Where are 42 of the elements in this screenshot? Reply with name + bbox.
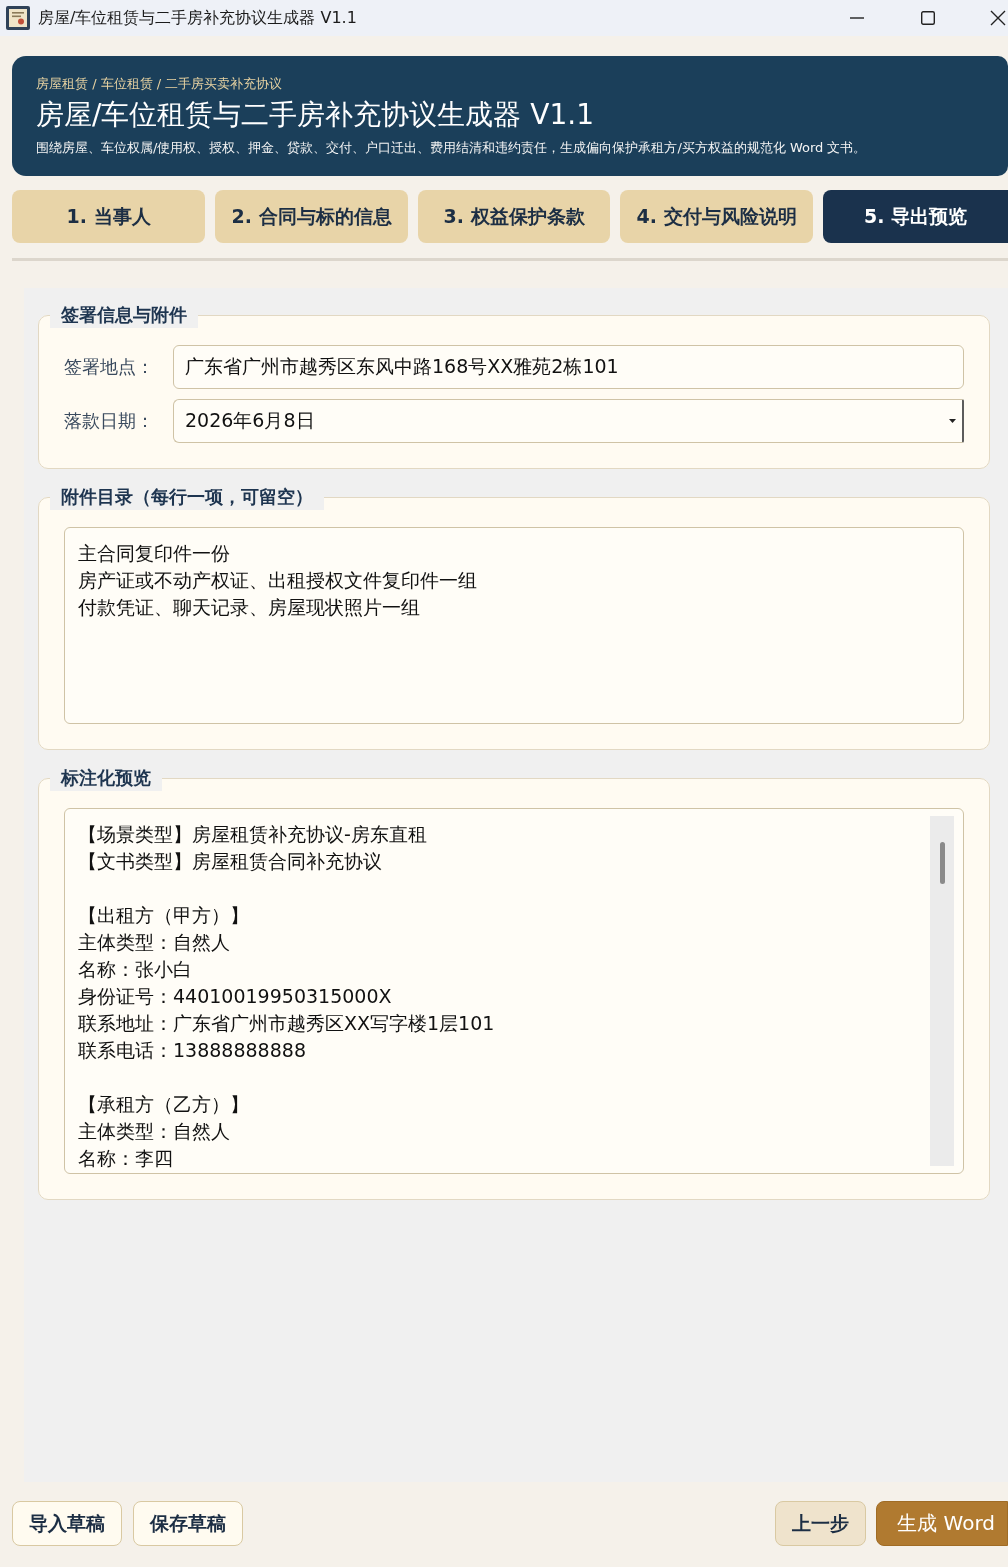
maximize-icon [920, 11, 935, 25]
scrollbar-thumb[interactable] [939, 842, 945, 884]
step-tab[interactable]: 1. 当事人 [12, 190, 205, 243]
footer-button[interactable]: 保存草稿 [133, 1501, 243, 1546]
group-title: 附件目录（每行一项，可留空） [50, 484, 324, 510]
footer-button[interactable]: 上一步 [775, 1501, 867, 1546]
step-tab[interactable]: 4. 交付与风险说明 [620, 190, 813, 243]
app-heading: 房屋/车位租赁与二手房补充协议生成器 V1.1 [36, 97, 596, 133]
caret-icon [949, 419, 956, 423]
preview-line: 主体类型：自然人 [78, 931, 230, 953]
step-tab[interactable]: 2. 合同与标的信息 [215, 190, 408, 243]
breadcrumb: 房屋租赁 / 车位租赁 / 二手房买卖补充协议 [36, 75, 284, 93]
attachment-line: 付款凭证、聊天记录、房屋现状照片一组 [78, 596, 420, 618]
attachment-line: 房产证或不动产权证、出租授权文件复印件一组 [78, 569, 477, 591]
field-label: 落款日期： [64, 409, 155, 433]
group-title: 标注化预览 [50, 765, 162, 791]
input-field[interactable]: 广东省广州市越秀区东风中路168号XX雅苑2栋101 [173, 345, 964, 389]
generate-button[interactable]: 生成 Word [876, 1501, 1008, 1546]
preview-line: 联系电话：13888888888 [78, 1039, 306, 1061]
preview-line: 【场景类型】房屋租赁补充协议-房东直租 [78, 823, 427, 845]
group-title: 签署信息与附件 [50, 302, 198, 328]
preview-line: 【文书类型】房屋租赁合同补充协议 [78, 850, 382, 872]
dropdown-field[interactable]: 2026年6月8日 [173, 399, 964, 443]
preview-line: 名称：李四 [78, 1147, 173, 1169]
preview-line: 主体类型：自然人 [78, 1120, 230, 1142]
app-description: 围绕房屋、车位权属/使用权、授权、押金、贷款、交付、户口迁出、费用结清和违约责任，生成偏向保护承租方/买方权益的规范化 Word 文书。 [36, 139, 868, 157]
preview-line: 身份证号：44010019950315000X [78, 985, 392, 1007]
attachment-line: 主合同复印件一份 [78, 542, 230, 564]
document-icon [6, 6, 30, 30]
footer-button[interactable]: 导入草稿 [12, 1501, 122, 1546]
step-tab[interactable]: 5. 导出预览 [823, 190, 1008, 243]
preview-line: 【承租方（乙方）】 [78, 1093, 249, 1115]
preview-textarea[interactable]: 【场景类型】房屋租赁补充协议-房东直租 【文书类型】房屋租赁合同补充协议 【出租方（甲方）】 主体类型：自然人 名称：张小白 身份证号：44010019950315000X 联系地址：广东省广州市越秀区XX写字楼1层101 联系电话：13888888888 【承租方（乙方）】 主体类型：自然人 名称：李四 [64, 808, 964, 1174]
preview-line: 名称：张小白 [78, 958, 192, 980]
window-title: 房屋/车位租赁与二手房补充协议生成器 V1.1 [38, 7, 358, 29]
preview-line: 【出租方（甲方）】 [78, 904, 249, 926]
field-label: 签署地点： [64, 355, 155, 379]
minimize-icon [850, 17, 864, 19]
preview-line: 联系地址：广东省广州市越秀区XX写字楼1层101 [78, 1012, 495, 1034]
close-icon [990, 10, 1006, 26]
step-tab[interactable]: 3. 权益保护条款 [418, 190, 610, 243]
attachments-textarea[interactable]: 主合同复印件一份 房产证或不动产权证、出租授权文件复印件一组 付款凭证、聊天记录、房屋现状照片一组 [64, 527, 964, 724]
